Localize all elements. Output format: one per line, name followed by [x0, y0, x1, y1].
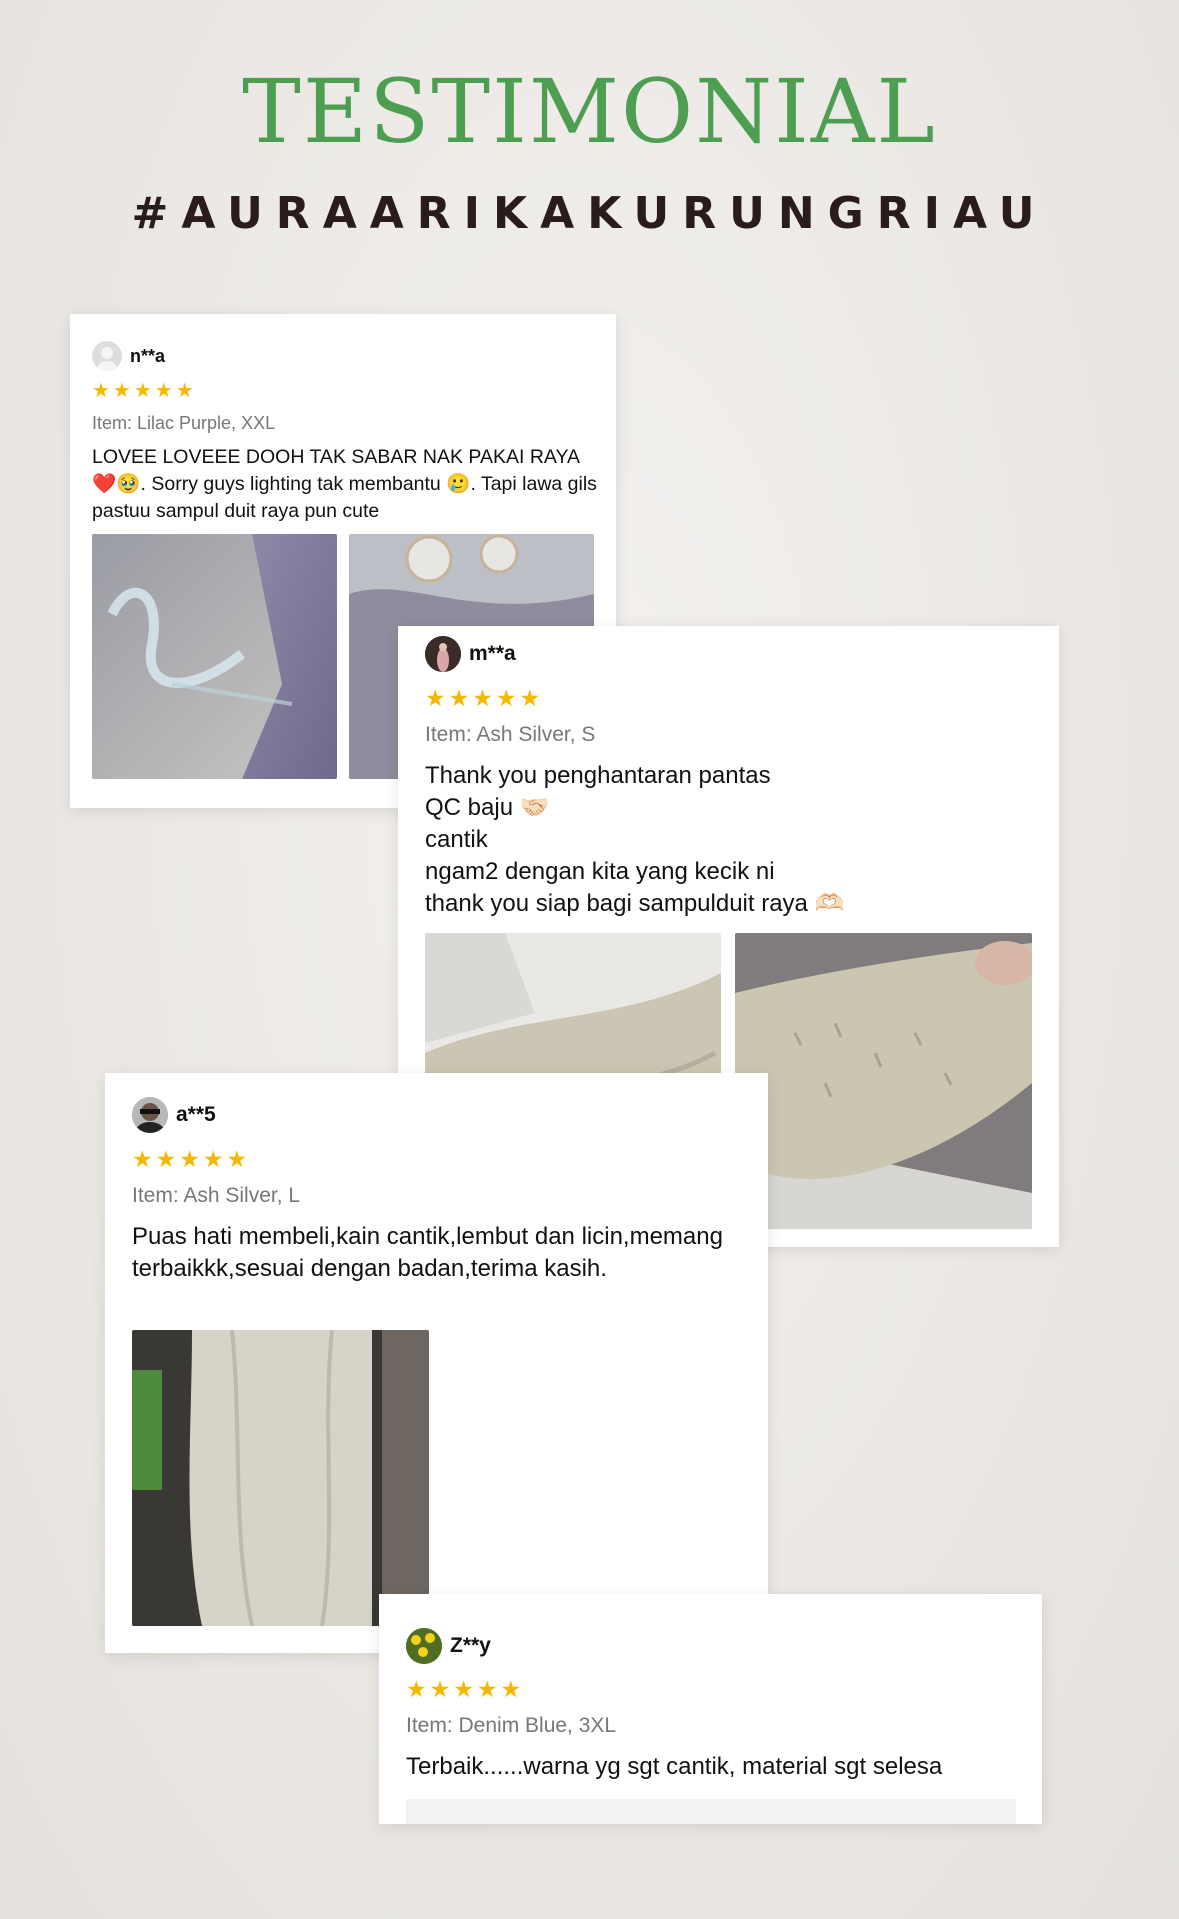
review-text: Thank you penghantaran pantas QC baju 🤝🏻… — [425, 762, 845, 917]
review-text: Terbaik......warna yg sgt cantik, materi… — [406, 1753, 943, 1780]
star-rating: ★★★★★ — [425, 685, 544, 711]
review-text: Puas hati membeli,kain cantik,lembut dan… — [132, 1223, 723, 1282]
review-photo[interactable] — [735, 933, 1032, 1229]
review-header: Z**y — [406, 1628, 491, 1664]
star-rating: ★★★★★ — [92, 380, 197, 402]
user-photo-icon — [132, 1097, 168, 1133]
item-variant: Item: Ash Silver, L — [132, 1184, 301, 1207]
seller-reply-box — [406, 1799, 1016, 1824]
page-title: TESTIMONIAL — [242, 60, 937, 163]
review-card-3: a**5 ★★★★★ Item: Ash Silver, L Puas hati… — [105, 1073, 768, 1653]
user-photo-icon — [425, 636, 461, 672]
hashtag: #AURAARIKAKURUNGRIAU — [131, 188, 1048, 239]
reviewer-name: n**a — [130, 345, 166, 366]
star-rating: ★★★★★ — [132, 1146, 251, 1172]
reviewer-name: Z**y — [450, 1634, 491, 1657]
review-photo[interactable] — [92, 534, 337, 779]
review-photo[interactable] — [132, 1330, 429, 1626]
review-header: a**5 — [132, 1097, 216, 1133]
default-user-icon — [92, 341, 122, 371]
item-variant: Item: Ash Silver, S — [425, 723, 596, 746]
item-variant: Item: Denim Blue, 3XL — [406, 1714, 617, 1737]
star-rating: ★★★★★ — [406, 1676, 525, 1702]
review-header: m**a — [425, 636, 516, 672]
review-header: n**a — [92, 341, 165, 371]
reviewer-name: a**5 — [176, 1103, 216, 1126]
review-text: LOVEE LOVEEE DOOH TAK SABAR NAK PAKAI RA… — [92, 446, 597, 522]
review-card-4: Z**y ★★★★★ Item: Denim Blue, 3XL Terbaik… — [379, 1594, 1042, 1824]
item-variant: Item: Lilac Purple, XXL — [92, 413, 276, 433]
reviewer-name: m**a — [469, 642, 516, 665]
flower-photo-icon — [406, 1628, 442, 1664]
